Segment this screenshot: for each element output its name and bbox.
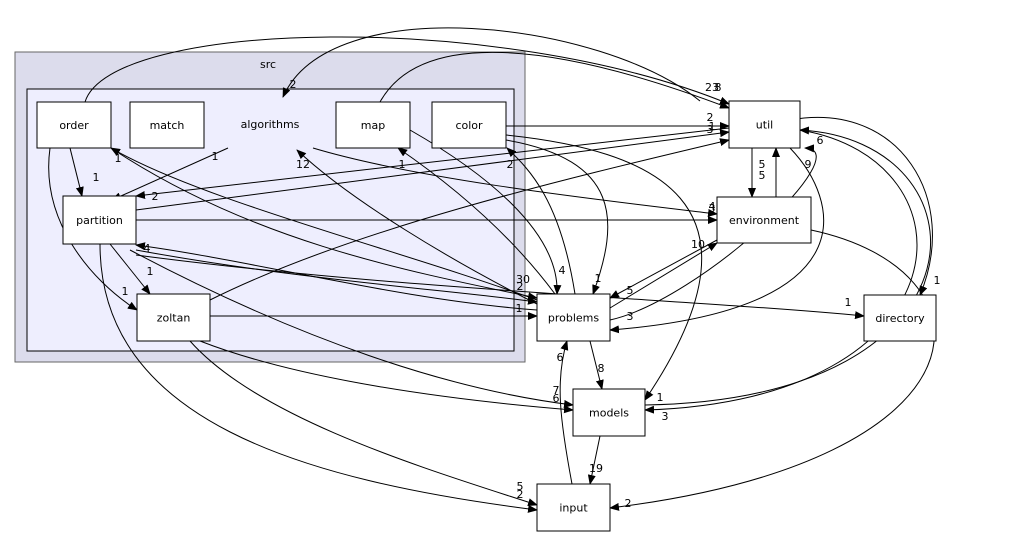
edge-label[interactable]: 2 [625,497,632,510]
edge-zoltan-to-input[interactable]: 5 [189,340,538,507]
node-label: order [59,119,89,132]
edge-label[interactable]: 12 [296,158,310,171]
edge-label[interactable]: 1 [122,285,129,298]
edge-label[interactable]: 2 [152,190,159,203]
edge-models-to-util[interactable]: 6 [644,126,931,406]
edge-line[interactable] [189,340,538,507]
node-label: partition [76,214,123,227]
edge-color-to-util[interactable]: 2 [506,111,730,130]
edge-util-to-directory[interactable]: 1 [789,117,941,296]
node-models[interactable]: models [572,388,646,437]
node-util[interactable]: util [728,100,801,149]
edge-problems-to-models[interactable]: 8 [589,340,605,390]
node-label: problems [548,312,600,325]
edge-label[interactable]: 5 [759,169,766,182]
node-label: match [150,119,185,132]
edge-label[interactable]: 8 [715,81,722,94]
node-match[interactable]: match [129,101,205,149]
node-input[interactable]: input [536,483,611,532]
edge-label[interactable]: 1 [516,302,523,315]
edge-input-to-problems[interactable]: 6 [557,340,573,485]
edge-label[interactable]: 2 [517,488,524,501]
node-zoltan[interactable]: zoltan [136,293,211,342]
node-label: map [361,119,385,132]
edge-label[interactable]: 1 [845,296,852,309]
node-order[interactable]: order [36,101,112,149]
edge-line[interactable] [505,134,703,401]
edge-label[interactable]: 3 [662,410,669,423]
dependency-graph: src algorithms 23 8 2 2 3 1 3 4 5 5 5 10 9 3 1 12 1 2 4 4 1 3… [0,0,1017,538]
node-color[interactable]: color [431,101,507,149]
node-environment[interactable]: environment [716,196,812,244]
cluster-src-label: src [260,58,276,71]
edge-label[interactable]: 1 [934,274,941,287]
edge-label[interactable]: 1 [399,158,406,171]
edge-label[interactable]: 10 [691,238,705,251]
edge-label[interactable]: 4 [559,264,566,277]
node-label: models [589,407,629,420]
node-label: zoltan [157,312,191,325]
edge-line[interactable] [644,126,931,406]
node-label: input [559,502,588,515]
edge-label[interactable]: 1 [147,265,154,278]
node-map[interactable]: map [335,101,411,149]
edge-label[interactable]: 4 [144,242,151,255]
node-label: color [455,119,483,132]
edge-label[interactable]: 6 [817,134,824,147]
edge-label[interactable]: 5 [627,284,634,297]
edge-label[interactable]: 19 [589,462,603,475]
edge-label[interactable]: 4 [709,200,716,213]
edge-models-to-input[interactable]: 19 [587,435,603,485]
edge-label[interactable]: 3 [627,310,634,323]
edge-util-to-models[interactable]: 3 [644,129,918,423]
node-label: environment [729,214,800,227]
edge-label[interactable]: 1 [657,391,664,404]
edge-label[interactable]: 2 [507,158,514,171]
node-problems[interactable]: problems [536,293,611,342]
edge-label[interactable]: 6 [557,351,564,364]
node-label: util [756,119,773,132]
edge-line[interactable] [587,435,601,485]
cluster-algorithms-label: algorithms [241,118,300,131]
node-label: directory [875,312,925,325]
edge-label[interactable]: 1 [709,120,716,133]
edge-environment-to-util[interactable]: 5 [759,147,780,197]
node-partition[interactable]: partition [62,195,137,245]
edge-label[interactable]: 9 [805,158,812,171]
edge-line[interactable] [644,129,918,414]
edge-label[interactable]: 1 [595,272,602,285]
edge-label[interactable]: 1 [93,171,100,184]
node-directory[interactable]: directory [863,294,937,342]
edge-label[interactable]: 8 [598,362,605,375]
edge-label[interactable]: 1 [212,150,219,163]
edge-label[interactable]: 2 [290,78,297,91]
edge-label[interactable]: 6 [553,392,560,405]
